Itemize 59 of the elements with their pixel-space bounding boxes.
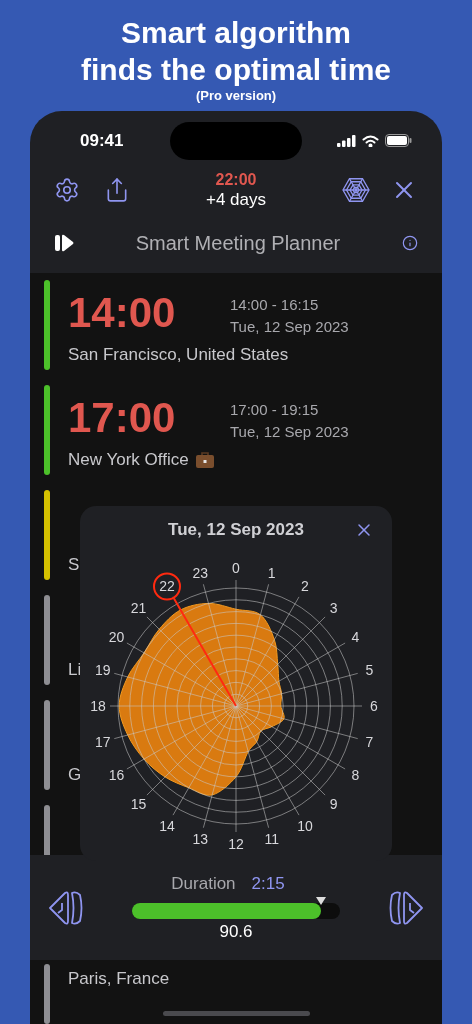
rewind-icon[interactable] (48, 890, 84, 925)
meeting-time: 14:00 (68, 287, 177, 338)
day-offset: +4 days (206, 188, 266, 210)
hour-label[interactable]: 16 (108, 767, 125, 783)
location-name: Li (68, 658, 82, 681)
location-name: Paris, France (68, 968, 170, 990)
hour-label[interactable]: 6 (370, 698, 378, 714)
hour-label[interactable]: 2 (301, 578, 309, 595)
hour-label[interactable]: 5 (365, 662, 374, 679)
location-name: New York Office (68, 448, 189, 471)
banner-title: Smart algorithm (120, 15, 351, 51)
hour-label[interactable]: 9 (329, 795, 338, 812)
hour-label[interactable]: 20 (108, 629, 125, 645)
target-time: 22:00 (215, 169, 257, 189)
hour-label[interactable]: 13 (192, 831, 209, 848)
hour-label[interactable]: 4 (351, 629, 360, 645)
slider-reading: 90.6 (219, 920, 253, 943)
slider-thumb[interactable] (316, 896, 327, 905)
hour-label[interactable]: 3 (329, 600, 338, 617)
settings-icon[interactable] (54, 176, 80, 203)
duration-value: 2:15 (251, 872, 285, 895)
wifi-icon (362, 134, 379, 147)
hour-label[interactable]: 23 (192, 564, 209, 581)
hour-label[interactable]: 8 (351, 767, 360, 783)
duration-slider[interactable] (132, 896, 340, 919)
location-name: G (68, 763, 82, 786)
meeting-date: Tue, 12 Sep 2023 (230, 421, 349, 442)
hour-label[interactable]: 1 (267, 564, 276, 581)
time-range: 14:00 - 16:15 (230, 294, 320, 315)
spider-web-icon[interactable] (342, 175, 370, 204)
meeting-date: Tue, 12 Sep 2023 (230, 316, 349, 337)
banner-subtitle: (Pro version) (195, 88, 277, 104)
hour-label[interactable]: 10 (297, 817, 313, 834)
hour-label[interactable]: 11 (264, 831, 279, 848)
hour-label[interactable]: 21 (130, 600, 147, 617)
location-name: San Francisco, United States (68, 343, 289, 366)
hour-label[interactable]: 7 (365, 733, 374, 750)
hour-label[interactable]: 18 (90, 698, 106, 714)
meeting-time: 17:00 (68, 392, 177, 443)
hour-label[interactable]: 12 (228, 836, 244, 852)
hour-label[interactable]: 17 (94, 733, 111, 750)
popup-title: Tue, 12 Sep 2023 (167, 519, 305, 542)
banner-title: finds the optimal time (81, 52, 391, 88)
hour-label[interactable]: 14 (159, 817, 175, 834)
fast-forward-icon[interactable] (388, 890, 424, 925)
status-time: 09:41 (80, 129, 124, 152)
time-range: 17:00 - 19:15 (230, 399, 320, 420)
hour-label[interactable]: 0 (232, 560, 240, 576)
hour-label[interactable]: 19 (94, 662, 111, 679)
briefcase-icon (194, 450, 215, 469)
double-play-icon[interactable] (54, 234, 74, 253)
hour-label[interactable]: 15 (130, 795, 147, 812)
info-icon[interactable] (402, 235, 418, 252)
duration-label: Duration (171, 872, 236, 895)
battery-icon (385, 134, 412, 148)
app-title: Smart Meeting Planner (134, 231, 342, 257)
signal-icon (337, 134, 356, 147)
location-name: S (68, 553, 80, 576)
hour-label[interactable]: 22 (159, 578, 175, 595)
